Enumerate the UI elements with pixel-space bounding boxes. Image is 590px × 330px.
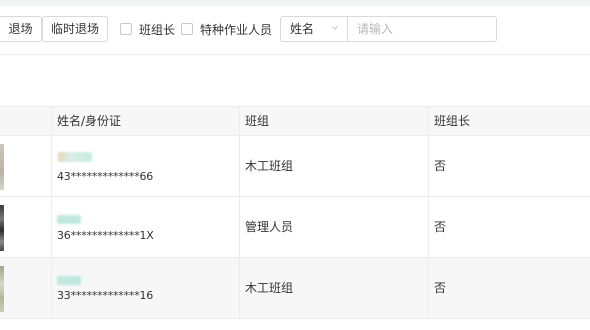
team-cell: 管理人员 — [245, 220, 294, 234]
special-worker-checkbox[interactable]: 特种作业人员 — [181, 21, 272, 37]
search-field-value: 姓名 — [290, 22, 315, 36]
toolbar: 退场 临时退场 班组长 特种作业人员 姓名 — [0, 16, 590, 42]
name-id-cell: 33*************16 — [51, 258, 239, 318]
section-divider — [0, 54, 590, 55]
table-row[interactable]: 43*************66 木工班组 否 — [0, 136, 590, 197]
blurred-name — [57, 215, 81, 224]
photo-cell — [0, 258, 51, 318]
column-header-team: 班组 — [245, 114, 270, 128]
blurred-name — [58, 152, 92, 162]
id-number: 36*************1X — [57, 229, 154, 242]
worker-photo — [0, 144, 4, 190]
team-leader-label: 班组长 — [139, 22, 176, 37]
worker-photo — [0, 266, 4, 312]
column-header-name-id: 姓名/身份证 — [57, 114, 122, 128]
exit-button[interactable]: 退场 — [0, 16, 42, 42]
photo-cell — [0, 197, 51, 257]
temporary-exit-button[interactable]: 临时退场 — [42, 16, 108, 42]
workers-table: 姓名/身份证 班组 班组长 43*************66 木工班组 否 3… — [0, 106, 590, 319]
team-leader-cell: 否 — [434, 220, 447, 234]
column-header-team-leader: 班组长 — [434, 114, 471, 128]
id-number: 33*************16 — [57, 289, 154, 302]
team-cell: 木工班组 — [245, 281, 294, 295]
checkbox-box[interactable] — [181, 23, 193, 35]
name-id-cell: 36*************1X — [51, 197, 239, 257]
chevron-down-icon — [332, 26, 338, 30]
team-leader-cell: 否 — [434, 281, 447, 295]
table-header: 姓名/身份证 班组 班组长 — [0, 106, 590, 136]
checkbox-box[interactable] — [120, 23, 132, 35]
top-strip — [0, 0, 590, 6]
team-cell: 木工班组 — [245, 159, 294, 173]
name-id-cell: 43*************66 — [51, 136, 239, 196]
special-worker-label: 特种作业人员 — [200, 22, 273, 37]
photo-cell — [0, 136, 51, 196]
blurred-name — [57, 276, 81, 285]
column-header-photo — [0, 107, 51, 136]
team-leader-cell: 否 — [434, 159, 447, 173]
table-row[interactable]: 36*************1X 管理人员 否 — [0, 197, 590, 258]
table-row[interactable]: 33*************16 木工班组 否 — [0, 258, 590, 319]
search-field-select[interactable]: 姓名 — [280, 16, 348, 42]
team-leader-checkbox[interactable]: 班组长 — [120, 21, 175, 37]
worker-photo — [0, 205, 4, 251]
search-input[interactable] — [347, 16, 497, 42]
id-number: 43*************66 — [57, 170, 154, 183]
worker-management-page: 退场 临时退场 班组长 特种作业人员 姓名 姓名/身份证 班组 班组长 — [0, 0, 590, 330]
